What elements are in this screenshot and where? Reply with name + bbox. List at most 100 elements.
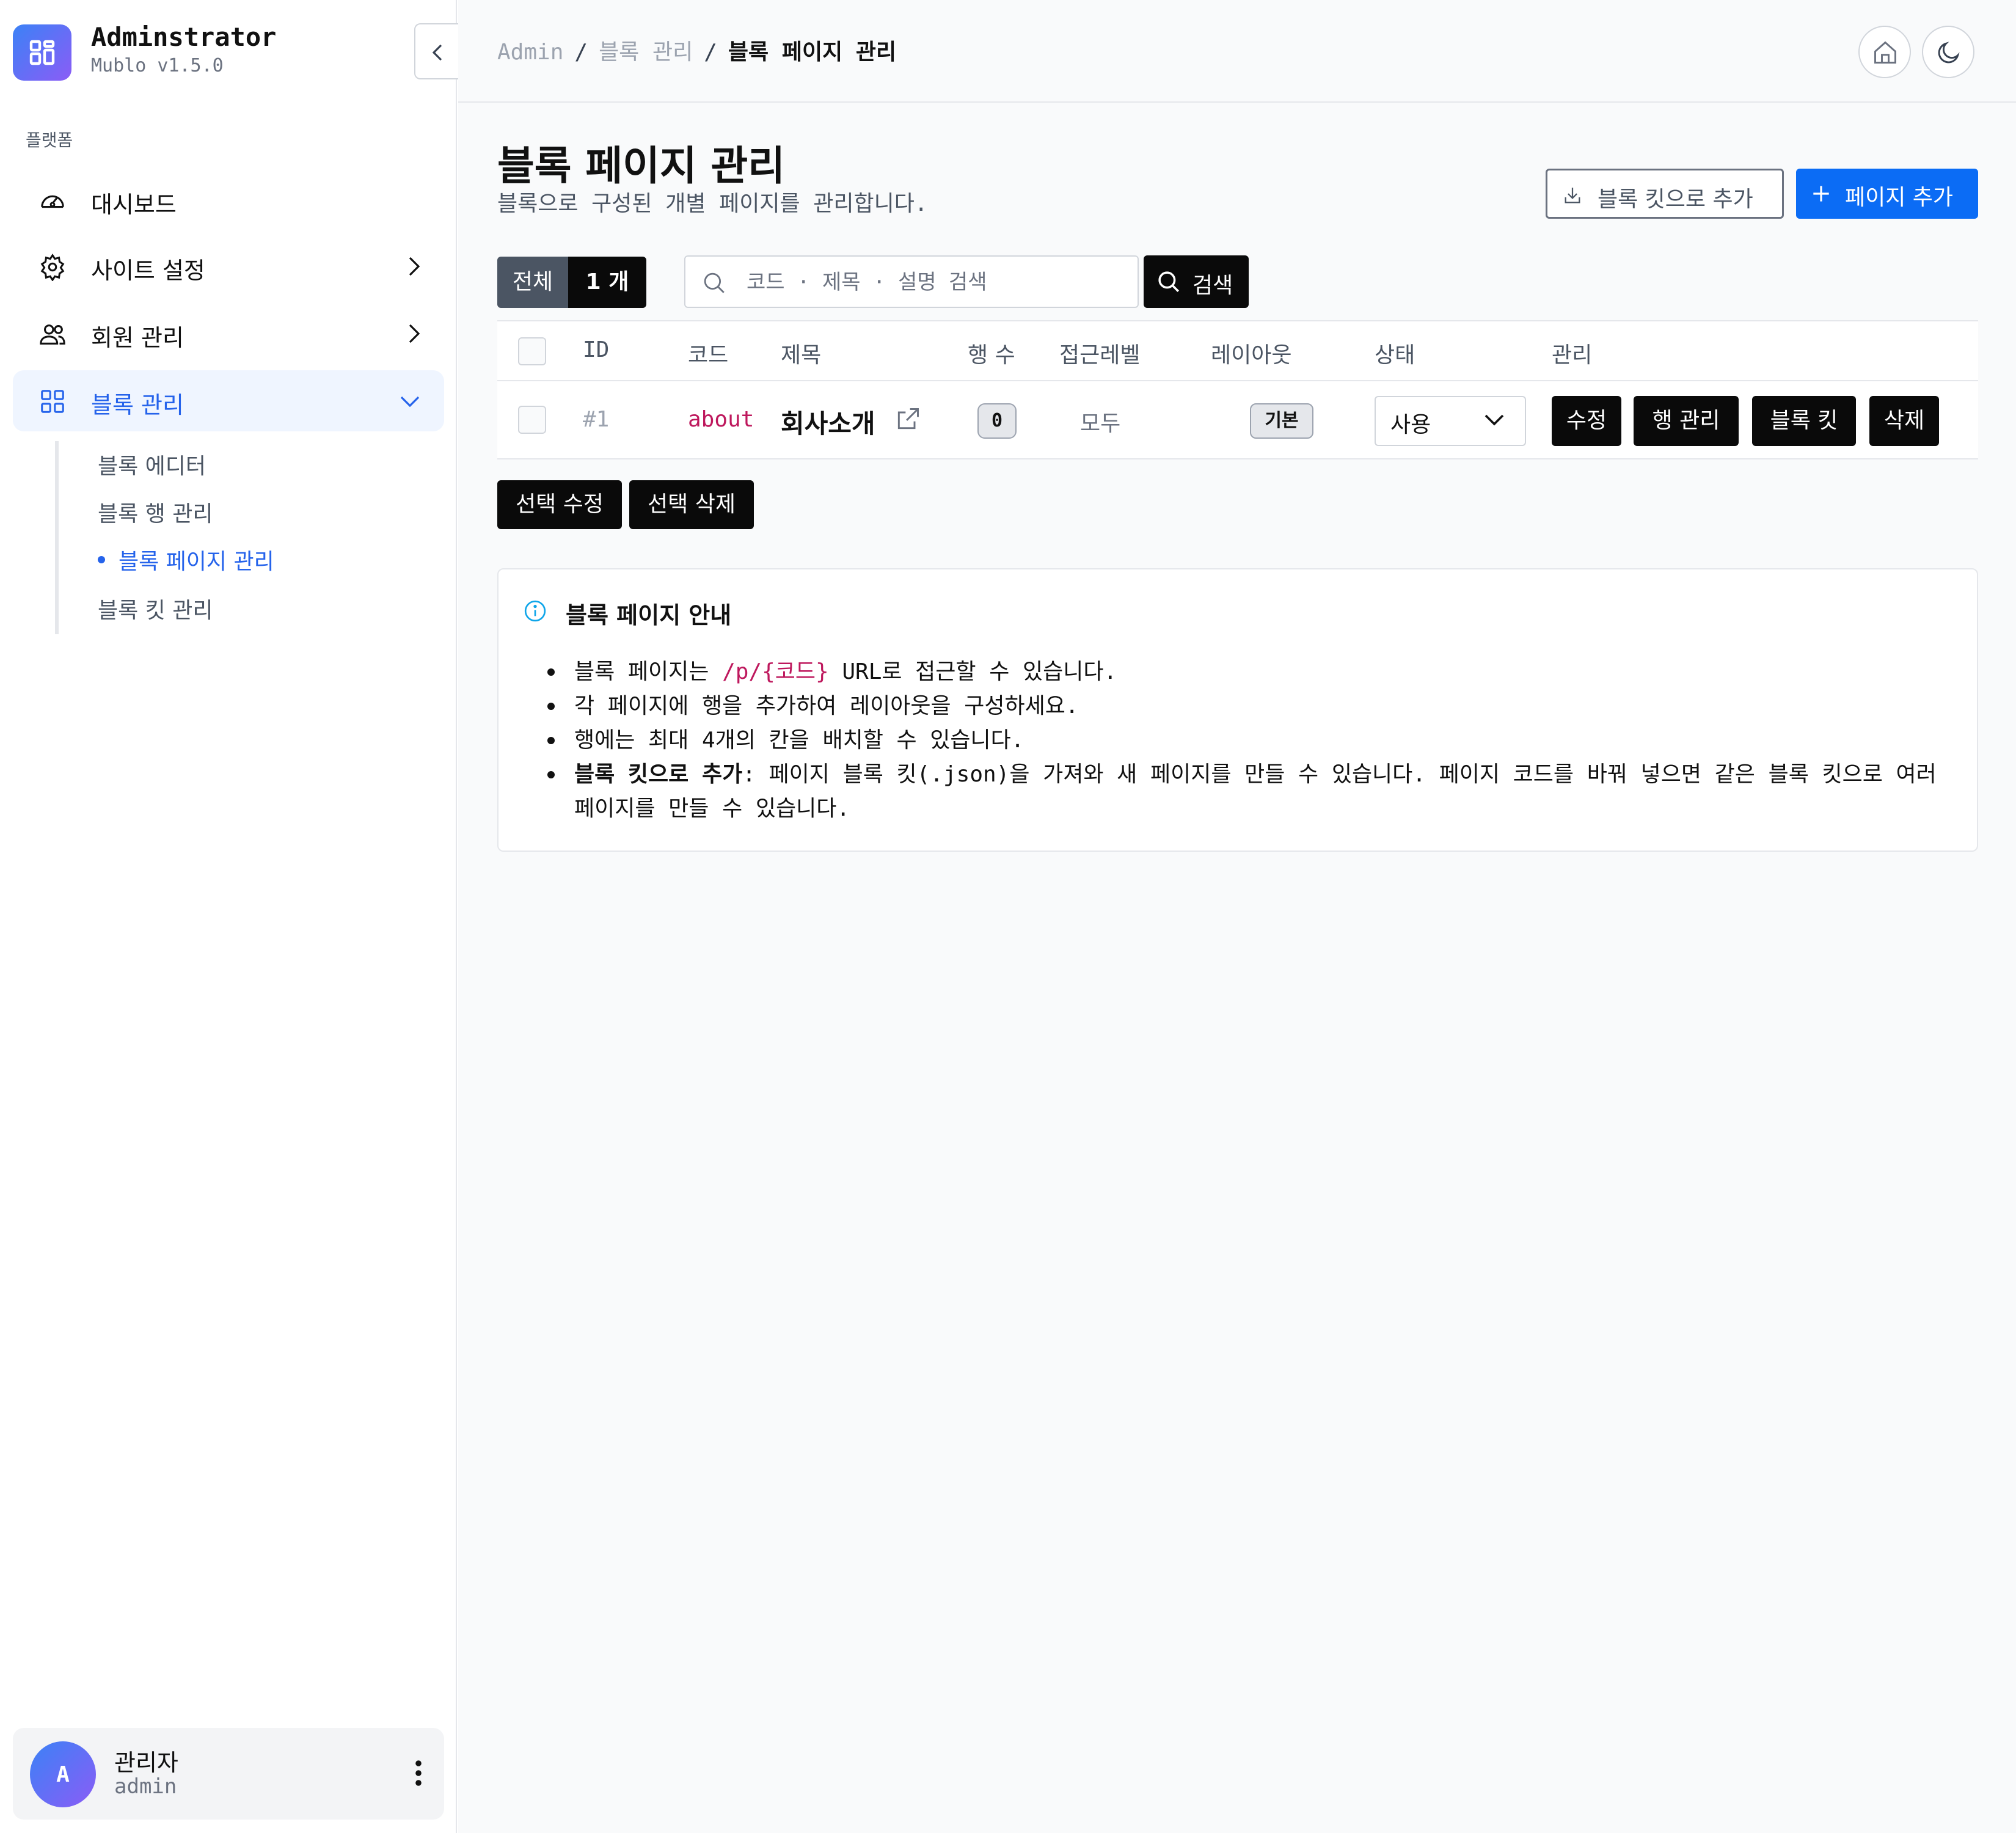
row-count-badge: 0 [977,403,1017,439]
theme-toggle-button[interactable] [1922,26,1974,78]
add-from-kit-button[interactable]: 블록 킷으로 추가 [1546,169,1784,219]
list-item: 각 페이지에 행을 추가하여 레이아웃을 구성하세요. [547,689,1952,723]
sidebar-collapse-button[interactable] [414,23,458,79]
search-input[interactable] [747,265,1125,299]
search-box [684,255,1139,308]
info-list: 블록 페이지는 /p/{코드} URL로 접근할 수 있습니다. 각 페이지에 … [547,655,1952,826]
sidebar-section-label: 플랫폼 [26,130,73,150]
chevron-down-icon [1485,414,1504,426]
main-content: Admin / 블록 관리 / 블록 페이지 관리 블록 페이지 관리 블록으로 구성된… [458,0,2016,1833]
row-layout-badge: 기본 [1250,403,1313,439]
sidebar-item-site-settings[interactable]: 사이트 설정 [13,236,444,297]
breadcrumb-separator: / [574,40,588,65]
add-from-kit-label: 블록 킷으로 추가 [1598,187,1753,212]
header-access-level[interactable]: 접근레벨 [1059,337,1140,369]
info-strong-text: 블록 킷으로 추가 [574,762,743,787]
list-item: 행에는 최대 4개의 칸을 배치할 수 있습니다. [547,723,1952,758]
sidebar: Adminstrator Mublo v1.5.0 플랫폼 대시보드 사이트 설… [0,0,458,1833]
page-subtitle: 블록으로 구성된 개별 페이지를 관리합니다. [497,191,928,216]
user-card[interactable]: A 관리자 admin [13,1728,444,1820]
sidebar-subitem-block-pages[interactable]: 블록 페이지 관리 [119,544,274,576]
active-dot-icon [98,556,105,563]
grid-icon [41,390,64,413]
sidebar-subitem-block-editor[interactable]: 블록 에디터 [98,448,206,480]
chevron-down-icon [400,396,420,407]
plus-icon [1813,186,1829,202]
info-text: 블록 페이지는 [574,659,723,684]
sidebar-subitem-block-kits[interactable]: 블록 킷 관리 [98,593,213,624]
edit-button[interactable]: 수정 [1552,396,1621,446]
total-count-value: 1 개 [568,257,646,308]
row-access-level: 모두 [1080,411,1121,436]
select-all-checkbox[interactable] [518,337,546,365]
sidebar-item-members[interactable]: 회원 관리 [13,303,444,364]
chevron-right-icon [409,324,420,343]
header-manage: 관리 [1552,343,1593,368]
row-id: #1 [583,407,610,432]
breadcrumb-current: 블록 페이지 관리 [728,40,897,65]
import-icon [1565,188,1580,203]
sidebar-subitem-block-rows[interactable]: 블록 행 관리 [98,496,213,528]
breadcrumb: Admin / 블록 관리 / 블록 페이지 관리 [497,34,896,66]
header-id[interactable]: ID [583,337,609,362]
status-select[interactable]: 사용 [1375,396,1526,446]
row-code: about [688,407,754,432]
external-link-icon[interactable] [894,406,921,433]
header-row-count[interactable]: 행 수 [968,337,1015,369]
avatar: A [30,1741,96,1807]
list-item: 블록 페이지는 /p/{코드} URL로 접근할 수 있습니다. [547,655,1952,689]
sidebar-item-label: 대시보드 [91,191,177,218]
user-id: admin [114,1774,177,1799]
user-name: 관리자 [114,1749,178,1776]
delete-button[interactable]: 삭제 [1869,396,1939,446]
total-count-badge: 전체 1 개 [497,257,646,308]
gear-icon [40,254,65,281]
search-icon [704,273,725,293]
info-text: : 페이지 블록 킷(.json)을 가져와 새 페이지를 만들 수 있습니다.… [574,762,1937,821]
sidebar-item-dashboard[interactable]: 대시보드 [13,170,444,231]
table-row: #1 about 회사소개 0 모두 기본 사용 수정 행 관리 블록 킷 삭제 [497,381,1978,459]
page-title: 블록 페이지 관리 [497,142,785,189]
add-page-button[interactable]: 페이지 추가 [1796,169,1978,219]
bulk-delete-button[interactable]: 선택 삭제 [629,480,754,529]
header-title[interactable]: 제목 [781,337,821,369]
sidebar-item-label: 사이트 설정 [91,257,205,284]
info-title: 블록 페이지 안내 [566,602,732,629]
header-status[interactable]: 상태 [1375,337,1415,369]
sidebar-item-block-management[interactable]: 블록 관리 [13,370,444,431]
home-icon [1874,41,1896,64]
brand[interactable]: Adminstrator Mublo v1.5.0 [13,22,440,83]
row-checkbox[interactable] [518,406,546,434]
info-text: URL로 접근할 수 있습니다. [828,659,1117,684]
block-kit-button[interactable]: 블록 킷 [1752,396,1856,446]
manage-rows-button[interactable]: 행 관리 [1634,396,1739,446]
search-button[interactable]: 검색 [1144,255,1249,308]
url-pattern-code: /p/{코드} [722,659,829,684]
brand-version: Mublo v1.5.0 [91,55,224,76]
search-button-label: 검색 [1192,273,1233,298]
home-button[interactable] [1858,26,1911,78]
header-layout[interactable]: 레이아웃 [1211,337,1291,369]
total-count-label: 전체 [497,257,568,308]
header-code[interactable]: 코드 [688,337,728,369]
subnav-rail [55,441,59,634]
info-icon [524,600,546,622]
users-icon [40,324,65,345]
brand-logo-icon [13,24,71,81]
brand-name: Adminstrator [91,22,277,52]
add-page-label: 페이지 추가 [1845,185,1954,210]
topbar: Admin / 블록 관리 / 블록 페이지 관리 [458,0,2016,103]
row-title: 회사소개 [781,409,875,439]
sidebar-item-label: 블록 관리 [91,392,184,419]
bulk-edit-button[interactable]: 선택 수정 [497,480,622,529]
table-header: ID 코드 제목 행 수 접근레벨 레이아웃 상태 관리 [497,320,1978,381]
more-vertical-icon[interactable] [415,1760,422,1787]
gauge-icon [41,195,64,208]
info-panel: 블록 페이지 안내 블록 페이지는 /p/{코드} URL로 접근할 수 있습니… [497,568,1978,852]
moon-icon [1938,42,1960,64]
breadcrumb-parent[interactable]: 블록 관리 [599,40,693,65]
breadcrumb-root[interactable]: Admin [497,40,563,65]
status-select-value: 사용 [1390,412,1431,437]
breadcrumb-separator: / [704,40,717,65]
chevron-right-icon [409,257,420,276]
